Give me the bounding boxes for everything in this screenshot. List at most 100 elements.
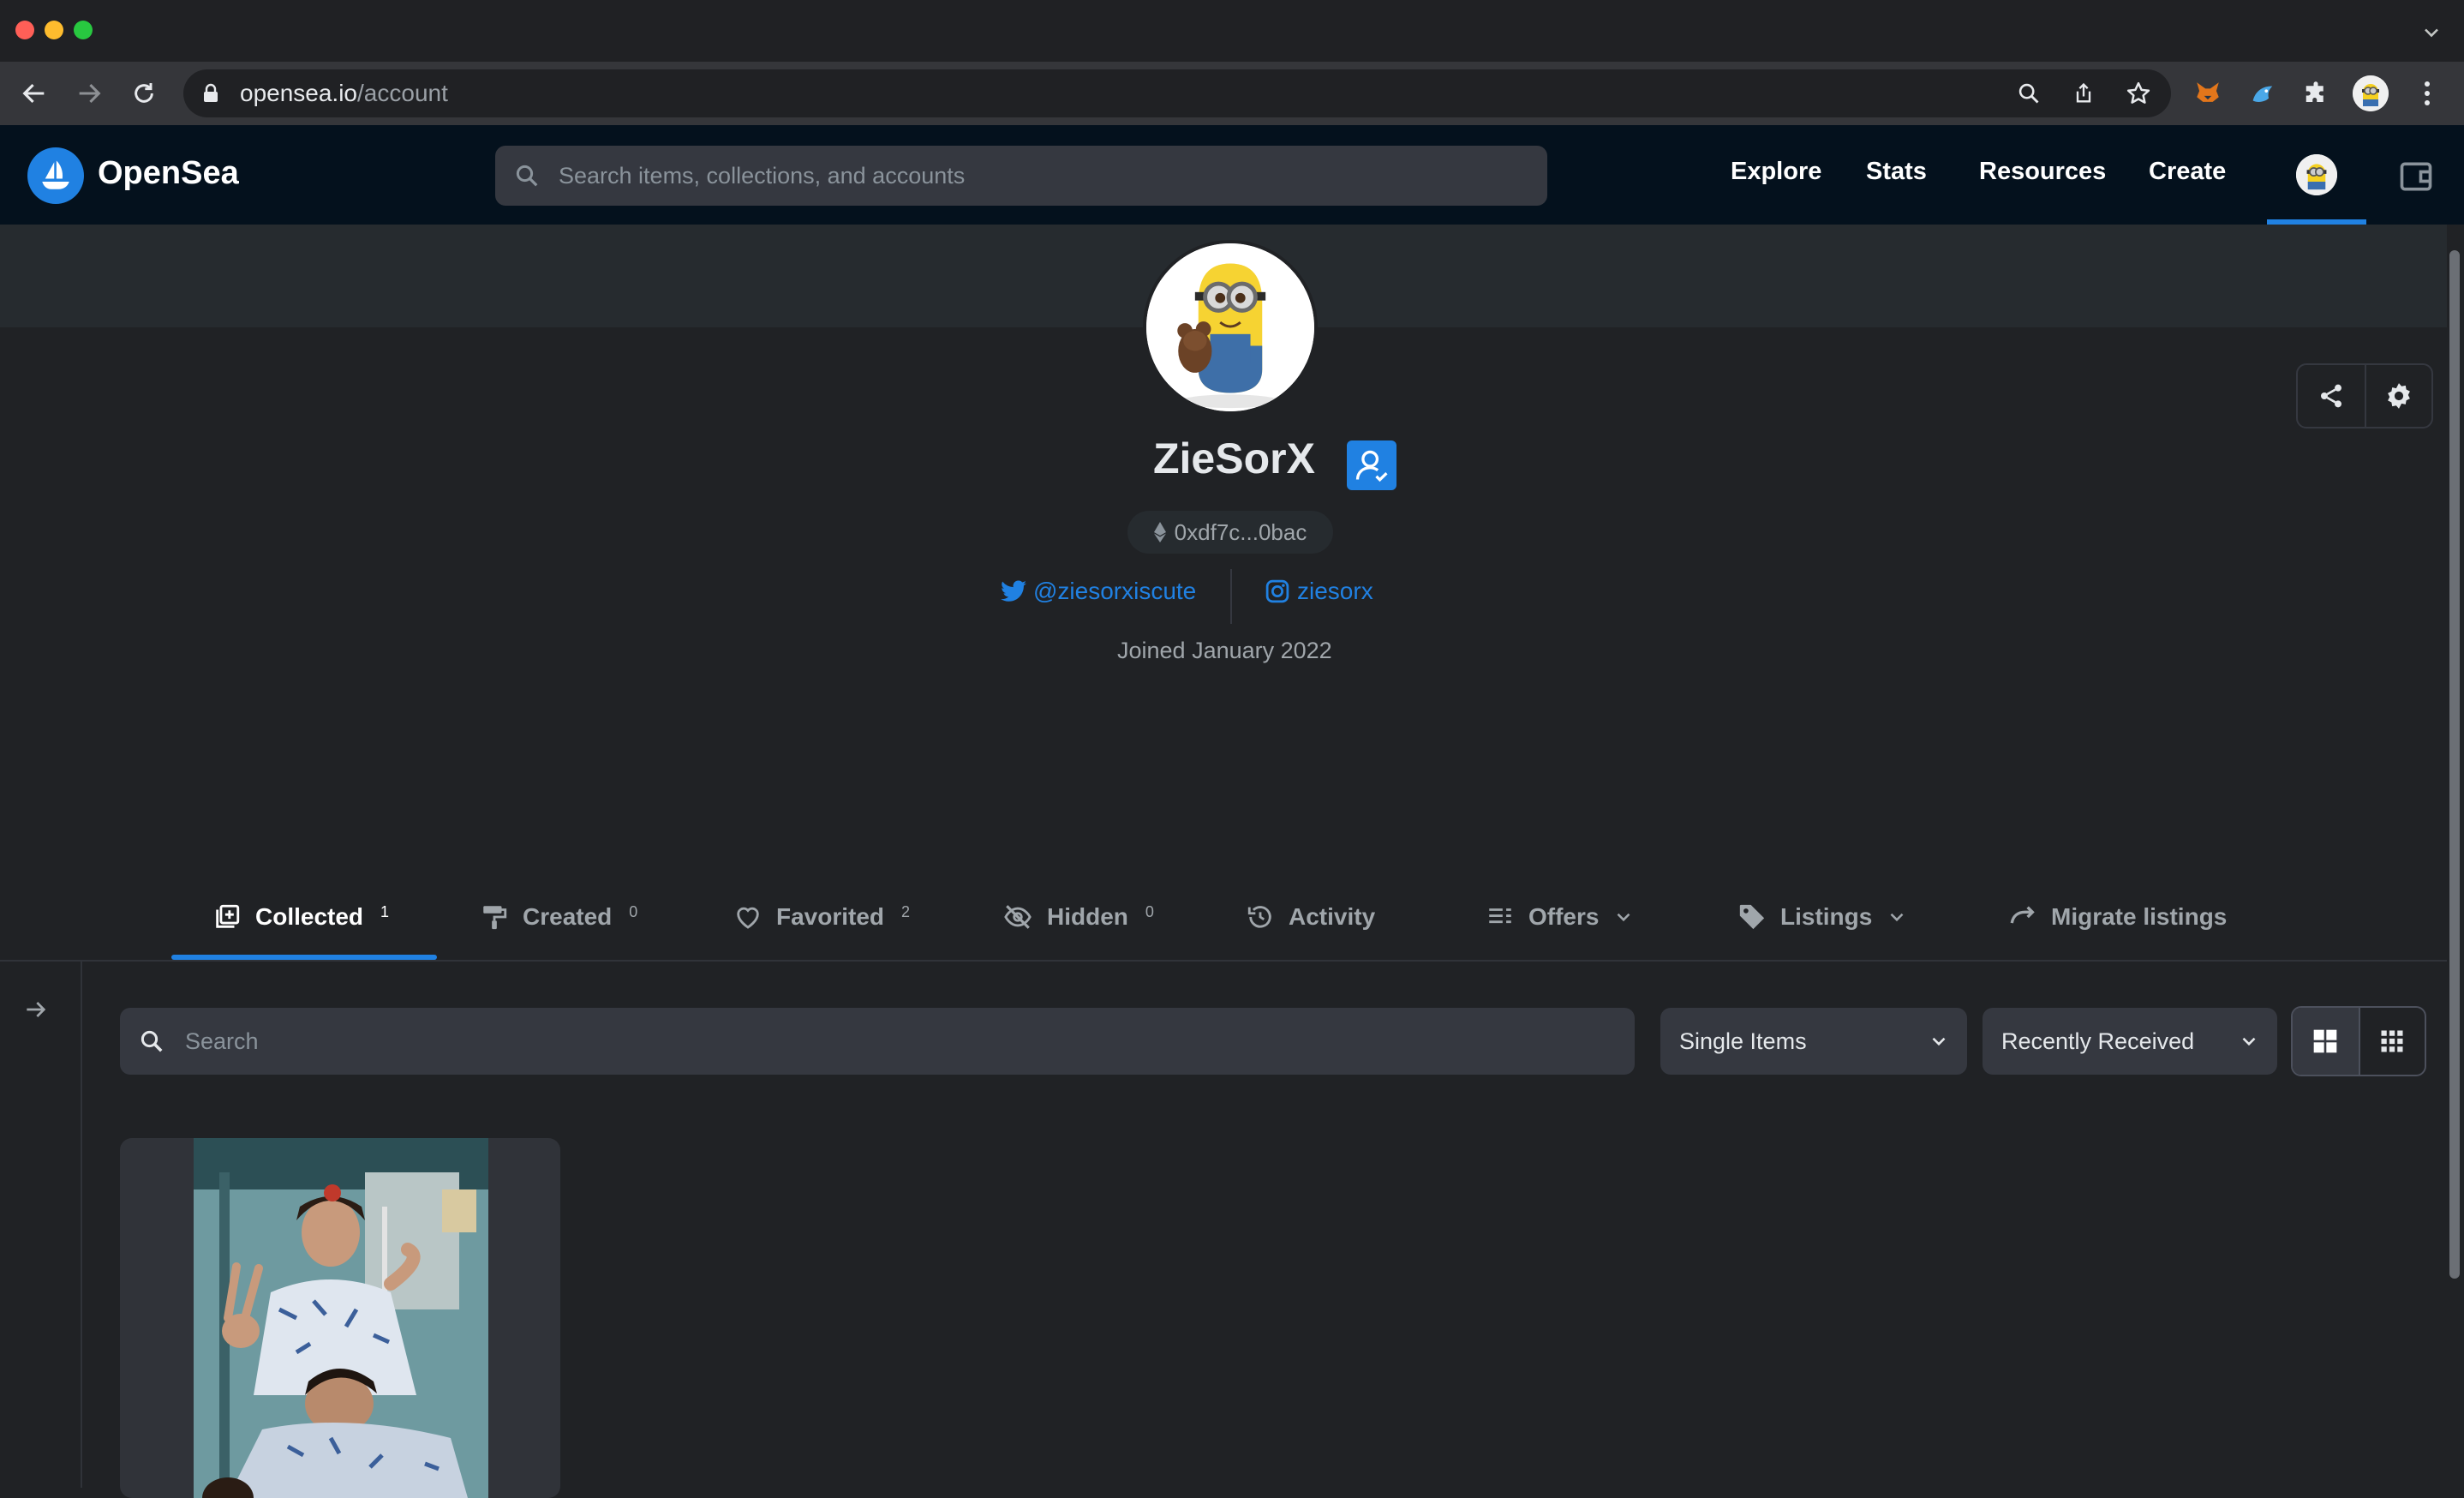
share-profile-button[interactable] (2298, 365, 2365, 427)
metamask-fox-icon[interactable] (2190, 75, 2226, 111)
tab-favorited[interactable]: Favorited 2 (733, 898, 910, 936)
tab-favorited-label: Favorited (776, 903, 885, 930)
chevron-down-icon (1890, 913, 1904, 922)
tab-collected-label: Collected (255, 903, 364, 930)
sort-select[interactable]: Recently Received (1983, 1008, 2277, 1075)
profile-actions (2296, 363, 2433, 428)
global-search-input[interactable]: Search items, collections, and accounts (495, 146, 1547, 206)
nav-stats[interactable]: Stats (1866, 158, 1927, 186)
tab-offers[interactable]: Offers (1486, 898, 1635, 936)
tab-collected[interactable]: Collected 1 (212, 898, 389, 936)
chevron-down-icon (1618, 913, 1630, 922)
browser-toolbar: opensea.io/account (0, 62, 2464, 125)
tab-hidden-label: Hidden (1047, 903, 1128, 930)
tab-created-label: Created (523, 903, 613, 930)
tab-collected-count: 1 (380, 902, 390, 920)
tab-listings[interactable]: Listings (1737, 898, 1908, 936)
items-search-input[interactable]: Search (120, 1008, 1635, 1075)
view-toggle (2291, 1006, 2426, 1076)
compact-grid-view-button[interactable] (2358, 1008, 2425, 1075)
nft-card[interactable] (120, 1138, 560, 1498)
list-icon (1489, 908, 1511, 924)
item-type-value: Single Items (1679, 1028, 1807, 1054)
close-window-button[interactable] (15, 21, 34, 39)
opensea-brand[interactable]: OpenSea (98, 155, 239, 192)
expand-filters-arrow-icon[interactable] (19, 992, 53, 1027)
twitter-icon (1001, 580, 1026, 602)
minimize-window-button[interactable] (45, 21, 63, 39)
wallet-address-button[interactable]: 0xdf7c...0bac (1127, 511, 1333, 554)
opensea-navbar: OpenSea Search items, collections, and a… (0, 125, 2464, 225)
instagram-handle: ziesorx (1297, 578, 1373, 604)
tab-activity-label: Activity (1289, 903, 1376, 930)
maximize-window-button[interactable] (74, 21, 93, 39)
items-search-placeholder: Search (185, 1028, 259, 1054)
address-bar[interactable]: opensea.io/account (183, 69, 2171, 117)
history-icon (1247, 906, 1271, 928)
zoom-icon[interactable] (2015, 80, 2042, 107)
large-grid-icon (2314, 1029, 2337, 1053)
extension-bird-icon[interactable] (2245, 75, 2281, 111)
eye-off-icon (1004, 905, 1032, 929)
social-divider (1230, 569, 1232, 624)
global-search-placeholder: Search items, collections, and accounts (559, 163, 966, 189)
tab-hidden[interactable]: Hidden 0 (1002, 898, 1154, 936)
instagram-icon (1265, 579, 1289, 603)
url-domain: opensea.io (240, 80, 358, 106)
share-icon (2321, 384, 2341, 408)
redo-arrow-icon (2010, 906, 2035, 924)
back-arrow-icon[interactable] (17, 76, 51, 111)
lock-icon (202, 83, 219, 104)
tab-activity[interactable]: Activity (1246, 898, 1375, 936)
wallet-icon[interactable] (2395, 156, 2437, 197)
gear-icon (2388, 383, 2410, 409)
joined-date: Joined January 2022 (1117, 638, 1332, 663)
verified-profile-icon (1347, 440, 1396, 490)
browser-menu-icon[interactable] (2409, 75, 2445, 111)
tab-hidden-count: 0 (1145, 902, 1154, 920)
account-avatar[interactable] (2296, 154, 2337, 195)
url-path: /account (357, 80, 448, 106)
tab-offers-label: Offers (1528, 903, 1600, 930)
collected-icon (216, 904, 240, 928)
twitter-handle: @ziesorxiscute (1033, 578, 1197, 604)
page-scrollbar-thumb[interactable] (2449, 250, 2460, 1279)
tab-created-count: 0 (629, 902, 638, 920)
puzzle-extensions-icon[interactable] (2298, 75, 2334, 111)
search-icon (514, 163, 540, 189)
reload-icon[interactable] (127, 76, 161, 111)
browser-titlebar (0, 0, 2464, 62)
search-icon (139, 1028, 164, 1054)
profile-username: ZieSorX (1153, 434, 1315, 482)
nav-create[interactable]: Create (2149, 158, 2226, 186)
sort-value: Recently Received (2001, 1028, 2195, 1054)
browser-profile-avatar[interactable] (2353, 75, 2389, 111)
tag-icon (1739, 904, 1765, 930)
twitter-link[interactable]: @ziesorxiscute (1001, 578, 1196, 605)
tab-created[interactable]: Created 0 (480, 898, 637, 936)
chevron-down-icon (2238, 1030, 2260, 1052)
chevron-down-icon (1928, 1030, 1950, 1052)
compact-grid-icon (2381, 1030, 2403, 1052)
opensea-logo-icon[interactable] (27, 147, 84, 204)
tab-migrate-listings-label: Migrate listings (2051, 903, 2228, 930)
instagram-link[interactable]: ziesorx (1265, 578, 1373, 605)
bookmark-star-icon[interactable] (2125, 80, 2152, 107)
wallet-address: 0xdf7c...0bac (1174, 518, 1307, 545)
filter-sidebar-collapsed (0, 962, 82, 1488)
profile-settings-button[interactable] (2365, 365, 2431, 427)
tab-favorited-count: 2 (901, 902, 911, 920)
tab-migrate-listings[interactable]: Migrate listings (2008, 898, 2227, 936)
tab-search-chevron-icon[interactable] (2419, 21, 2443, 45)
item-type-select[interactable]: Single Items (1660, 1008, 1967, 1075)
heart-icon (737, 907, 759, 929)
tab-listings-label: Listings (1780, 903, 1873, 930)
forward-arrow-icon[interactable] (72, 76, 106, 111)
nav-resources[interactable]: Resources (1979, 158, 2106, 186)
nft-image[interactable] (194, 1138, 488, 1498)
nav-explore[interactable]: Explore (1731, 158, 1821, 186)
share-page-icon[interactable] (2070, 80, 2097, 107)
tabs-divider (0, 960, 2447, 962)
large-grid-view-button[interactable] (2293, 1008, 2359, 1075)
ethereum-icon (1153, 522, 1166, 542)
